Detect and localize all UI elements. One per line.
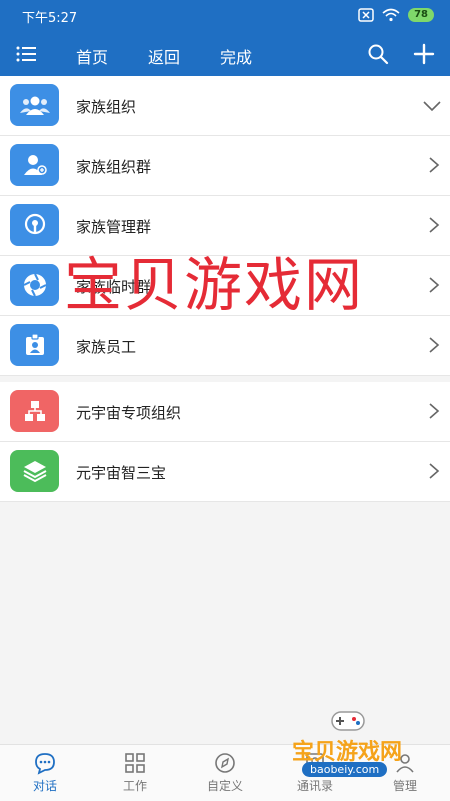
status-icons: 78 [358, 8, 434, 22]
row-family-staff[interactable]: 家族员工 [0, 316, 450, 376]
row-family-org-group[interactable]: 家族组织群 [0, 136, 450, 196]
tab-label: 对话 [32, 779, 57, 793]
row-family-org[interactable]: 家族组织 [0, 76, 450, 136]
badge-url: baobeiy.com [302, 762, 388, 777]
gamepad-icon [331, 711, 365, 731]
status-bar: 下午5:27 78 [0, 0, 450, 32]
site-logo-badge: 宝贝游戏网 baobeiy.com [272, 708, 422, 788]
tab-label: 工作 [122, 779, 147, 793]
chevron-right-icon [429, 217, 440, 233]
family-section: 家族组织 家族组织群 家族管理群 家族临时群 家族员工 [0, 76, 450, 376]
status-time: 下午5:27 [22, 11, 78, 26]
group-icon [10, 84, 59, 126]
chevron-right-icon [429, 403, 440, 419]
sim-icon [358, 8, 374, 22]
nav-back-link[interactable]: 返回 [148, 44, 180, 68]
badge-icon [10, 324, 59, 366]
tab-work[interactable]: 工作 [100, 751, 170, 794]
lightbulb-icon [10, 204, 59, 246]
user-plus-icon [10, 144, 59, 186]
chat-bubble-icon [35, 753, 55, 775]
chevron-right-icon [429, 463, 440, 479]
wifi-icon [382, 8, 400, 22]
row-label: 家族组织群 [76, 158, 152, 176]
row-label: 家族管理群 [76, 218, 152, 236]
chevron-right-icon [429, 277, 440, 293]
chevron-down-icon [423, 101, 441, 112]
menu-icon[interactable] [14, 42, 38, 66]
battery-indicator: 78 [408, 8, 434, 22]
search-icon[interactable] [366, 42, 390, 66]
compass-icon [215, 753, 235, 773]
chevron-right-icon [429, 157, 440, 173]
nav-home-link[interactable]: 首页 [76, 44, 108, 68]
row-label: 元宇宙智三宝 [76, 464, 167, 482]
aperture-icon [10, 264, 59, 306]
grid-icon [125, 753, 145, 773]
add-icon[interactable] [412, 42, 436, 66]
row-label: 元宇宙专项组织 [76, 404, 182, 422]
row-metaverse-sanbao[interactable]: 元宇宙智三宝 [0, 442, 450, 502]
watermark-text: 宝贝游戏网 [64, 251, 365, 319]
tab-chat[interactable]: 对话 [10, 751, 80, 794]
layers-icon [10, 450, 59, 492]
row-label: 家族组织 [76, 98, 137, 116]
row-label: 家族员工 [76, 338, 137, 356]
chevron-right-icon [429, 337, 440, 353]
nav-bar: 首页 返回 完成 [0, 32, 450, 76]
metaverse-section: 元宇宙专项组织 元宇宙智三宝 [0, 382, 450, 502]
row-metaverse-org[interactable]: 元宇宙专项组织 [0, 382, 450, 442]
tab-custom[interactable]: 自定义 [190, 751, 260, 794]
tab-label: 自定义 [206, 779, 243, 793]
org-chart-icon [10, 390, 59, 432]
nav-done-link[interactable]: 完成 [220, 44, 252, 68]
